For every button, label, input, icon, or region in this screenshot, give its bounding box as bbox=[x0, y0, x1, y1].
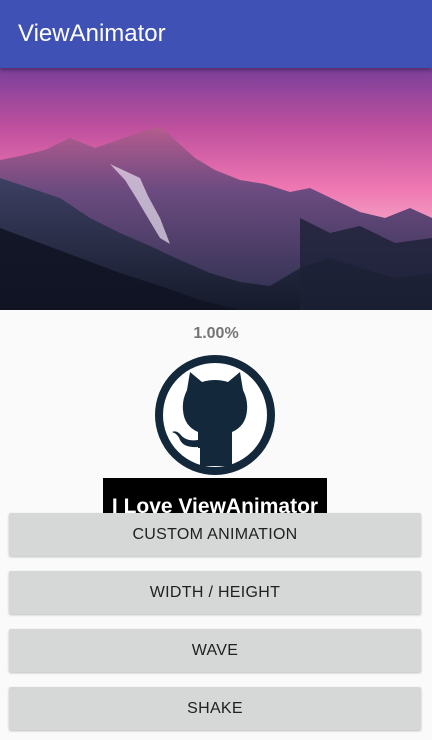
shake-button[interactable]: SHAKE bbox=[9, 687, 421, 730]
wave-button[interactable]: WAVE bbox=[9, 629, 421, 672]
love-text-label: I Love ViewAnimator bbox=[103, 478, 327, 514]
width-height-button[interactable]: WIDTH / HEIGHT bbox=[9, 571, 421, 614]
mountain-image bbox=[0, 68, 432, 310]
github-octocat-icon bbox=[152, 352, 278, 478]
progress-percentage: 1.00% bbox=[193, 325, 239, 342]
app-bar: ViewAnimator bbox=[0, 0, 432, 68]
custom-animation-button[interactable]: CUSTOM ANIMATION bbox=[9, 513, 421, 556]
app-title: ViewAnimator bbox=[18, 20, 166, 47]
